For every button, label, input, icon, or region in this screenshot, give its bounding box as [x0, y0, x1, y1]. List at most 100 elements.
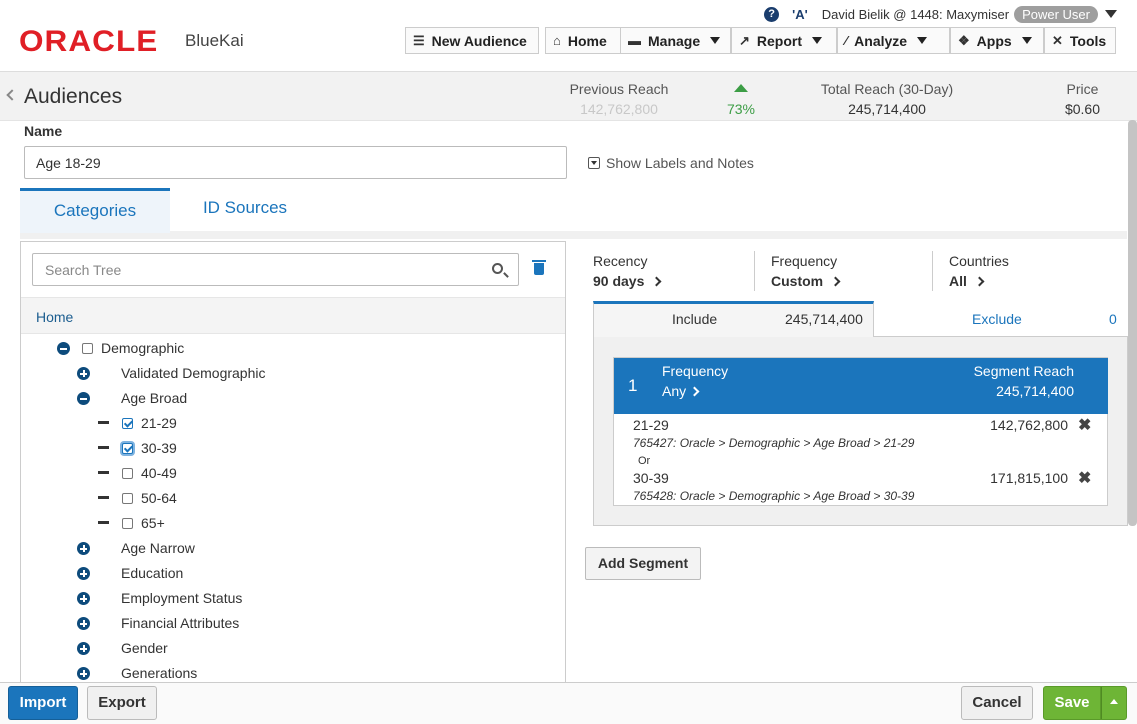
tree-home-link[interactable]: Home — [36, 309, 73, 325]
age-30-39-checkbox[interactable] — [122, 443, 133, 454]
show-labels-text: Show Labels and Notes — [606, 155, 754, 171]
tree-node-demographic[interactable]: Demographic — [101, 338, 184, 358]
app: { "brand": {"oracle": "ORACLE", "product… — [0, 0, 1137, 724]
expand-icon[interactable] — [77, 592, 90, 605]
expand-icon[interactable] — [77, 367, 90, 380]
include-label: Include — [672, 311, 718, 327]
leaf-dash-icon — [98, 471, 109, 474]
expand-icon[interactable] — [77, 567, 90, 580]
tree-node-age-65-plus[interactable]: 65+ — [141, 513, 165, 533]
tree-node-validated-demographic[interactable]: Validated Demographic — [121, 363, 266, 383]
age-65-plus-checkbox[interactable] — [122, 518, 133, 529]
segment-item-path: 765427: Oracle > Demographic > Age Broad… — [633, 436, 915, 450]
expand-icon[interactable] — [77, 642, 90, 655]
tree-node-age-21-29[interactable]: 21-29 — [141, 413, 177, 433]
trash-icon[interactable] — [532, 260, 546, 275]
price-value: $0.60 — [1064, 101, 1101, 117]
expand-icon[interactable] — [77, 667, 90, 680]
tree-node-age-narrow[interactable]: Age Narrow — [121, 538, 195, 558]
expand-toggle-icon — [588, 157, 600, 169]
recency-selector[interactable]: 90 days — [593, 273, 662, 289]
chevron-right-icon — [974, 276, 985, 287]
total-reach-label: Total Reach (30-Day) — [820, 81, 954, 97]
exclude-tab[interactable]: Exclude — [972, 311, 1022, 327]
tree-node-education[interactable]: Education — [121, 563, 183, 583]
nav-manage[interactable]: ▬ Manage — [620, 27, 731, 54]
name-label: Name — [24, 123, 63, 139]
include-reach: 245,714,400 — [785, 311, 863, 327]
audience-name-input[interactable] — [24, 146, 567, 179]
tree-node-age-30-39[interactable]: 30-39 — [141, 438, 177, 458]
recency-value: 90 days — [593, 273, 645, 289]
age-50-64-checkbox[interactable] — [122, 493, 133, 504]
new-audience-label: New Audience — [431, 32, 527, 49]
remove-icon[interactable]: ✖ — [1078, 415, 1091, 435]
wand-icon: ⁄ — [845, 33, 848, 48]
chevron-down-icon — [917, 37, 928, 44]
leaf-dash-icon — [98, 421, 109, 424]
frequency-selector[interactable]: Custom — [771, 273, 841, 289]
help-icon[interactable]: ? — [764, 6, 780, 22]
leaf-dash-icon — [98, 496, 109, 499]
segment-frequency-label: Frequency — [662, 363, 729, 379]
search-tree-input[interactable] — [32, 253, 519, 286]
save-button[interactable]: Save — [1043, 686, 1101, 720]
tree-node-financial-attributes[interactable]: Financial Attributes — [121, 613, 239, 633]
or-separator: Or — [638, 455, 651, 467]
export-button[interactable]: Export — [87, 686, 157, 720]
segment-frequency-selector[interactable]: Any — [662, 383, 700, 399]
age-40-49-checkbox[interactable] — [122, 468, 133, 479]
chevron-up-icon — [1110, 699, 1118, 704]
tree-node-gender[interactable]: Gender — [121, 638, 168, 658]
tree-node-generations[interactable]: Generations — [121, 663, 197, 683]
tree-breadcrumb: Home — [21, 297, 565, 334]
divider — [754, 251, 755, 291]
tree-node-age-40-49[interactable]: 40-49 — [141, 463, 177, 483]
segment-item-reach: 171,815,100 — [990, 470, 1068, 486]
save-options-toggle[interactable] — [1101, 686, 1127, 720]
cancel-button[interactable]: Cancel — [961, 686, 1033, 720]
nav-analyze[interactable]: ⁄ Analyze — [837, 27, 950, 54]
expand-icon[interactable] — [77, 617, 90, 630]
remove-icon[interactable]: ✖ — [1078, 468, 1091, 488]
tools-icon: ✕ — [1052, 32, 1063, 48]
nav-tools[interactable]: ✕ Tools — [1044, 27, 1116, 54]
frequency-label: Frequency — [771, 253, 838, 269]
nav-tools-label: Tools — [1069, 32, 1107, 49]
segment-reach-value: 245,714,400 — [996, 383, 1074, 399]
nav-report[interactable]: ↗ Report — [731, 27, 837, 54]
user-menu-chevron-icon[interactable] — [1105, 10, 1117, 18]
segment-item-path: 765428: Oracle > Demographic > Age Broad… — [633, 489, 915, 503]
tower-icon[interactable]: 'A' — [792, 7, 808, 22]
chart-icon: ↗ — [739, 32, 750, 48]
expand-icon[interactable] — [77, 542, 90, 555]
collapse-icon[interactable] — [77, 392, 90, 405]
nav-apps[interactable]: ❖ Apps — [950, 27, 1044, 54]
top-header: ORACLE BlueKai ? 'A' David Bielik @ 1448… — [0, 0, 1137, 72]
nav-home-label: Home — [567, 32, 607, 49]
recency-label: Recency — [593, 253, 648, 269]
scrollbar[interactable] — [1128, 120, 1137, 526]
age-21-29-checkbox[interactable] — [122, 418, 133, 429]
tab-id-sources[interactable]: ID Sources — [180, 188, 310, 228]
previous-reach-value: 142,762,800 — [580, 101, 658, 117]
segment-item-reach: 142,762,800 — [990, 417, 1068, 433]
segment-item-name: 30-39 — [633, 470, 669, 486]
search-icon[interactable] — [492, 263, 503, 274]
demographic-checkbox[interactable] — [82, 343, 93, 354]
chevron-down-icon — [1021, 37, 1032, 44]
tree-node-employment-status[interactable]: Employment Status — [121, 588, 242, 608]
user-bar: ? 'A' David Bielik @ 1448: Maxymiser Pow… — [764, 5, 1117, 23]
add-segment-button[interactable]: Add Segment — [585, 547, 701, 580]
show-labels-toggle[interactable]: Show Labels and Notes — [588, 155, 754, 171]
nav-home[interactable]: ⌂ Home — [545, 27, 621, 54]
new-audience-button[interactable]: ☰ New Audience — [405, 27, 539, 54]
segment-item-name: 21-29 — [633, 417, 669, 433]
collapse-icon[interactable] — [57, 342, 70, 355]
tab-categories[interactable]: Categories — [20, 188, 170, 233]
tree-node-age-broad[interactable]: Age Broad — [121, 388, 187, 408]
countries-selector[interactable]: All — [949, 273, 985, 289]
tree-node-age-50-64[interactable]: 50-64 — [141, 488, 177, 508]
total-reach-value: 245,714,400 — [848, 101, 926, 117]
import-button[interactable]: Import — [8, 686, 78, 720]
